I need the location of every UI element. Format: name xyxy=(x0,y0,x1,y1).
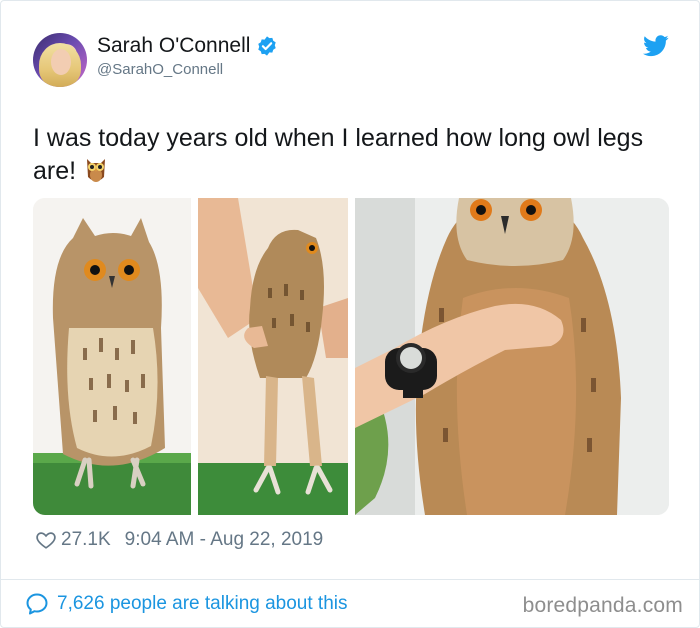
owl-watch-illustration xyxy=(355,198,669,515)
tweet-timestamp[interactable]: 9:04 AM - Aug 22, 2019 xyxy=(125,529,324,551)
author-name-row[interactable]: Sarah O'Connell xyxy=(97,34,278,58)
tweet-card: Sarah O'Connell @SarahO_Connell I was to… xyxy=(0,0,700,628)
tweet-text: I was today years old when I learned how… xyxy=(33,122,673,188)
watermark-text: boredpanda.com xyxy=(522,594,683,617)
author-handle[interactable]: @SarahO_Connell xyxy=(97,61,223,78)
owl-held-legs-photo[interactable] xyxy=(198,198,348,515)
footer-divider xyxy=(1,579,700,580)
verified-badge-icon xyxy=(258,36,277,56)
owl-legs-illustration xyxy=(198,198,348,515)
conversation-count-text[interactable]: 7,626 people are talking about this xyxy=(57,593,348,615)
author-display-name[interactable]: Sarah O'Connell xyxy=(97,34,250,58)
tweet-meta: 27.1K 9:04 AM - Aug 22, 2019 xyxy=(35,529,323,551)
heart-icon[interactable] xyxy=(35,529,57,551)
like-count[interactable]: 27.1K xyxy=(61,529,111,551)
owl-held-wrist-watch-photo[interactable] xyxy=(355,198,669,515)
owl-emoji-icon xyxy=(87,159,106,182)
avatar-face xyxy=(51,49,71,75)
owl-standing-illustration xyxy=(33,198,191,515)
speech-bubble-icon xyxy=(26,593,48,615)
twitter-bird-icon[interactable] xyxy=(643,35,669,57)
avatar[interactable] xyxy=(33,33,87,87)
tweet-text-content: I was today years old when I learned how… xyxy=(33,124,644,185)
conversation-link[interactable]: 7,626 people are talking about this xyxy=(25,592,348,616)
owl-standing-photo[interactable] xyxy=(33,198,191,515)
